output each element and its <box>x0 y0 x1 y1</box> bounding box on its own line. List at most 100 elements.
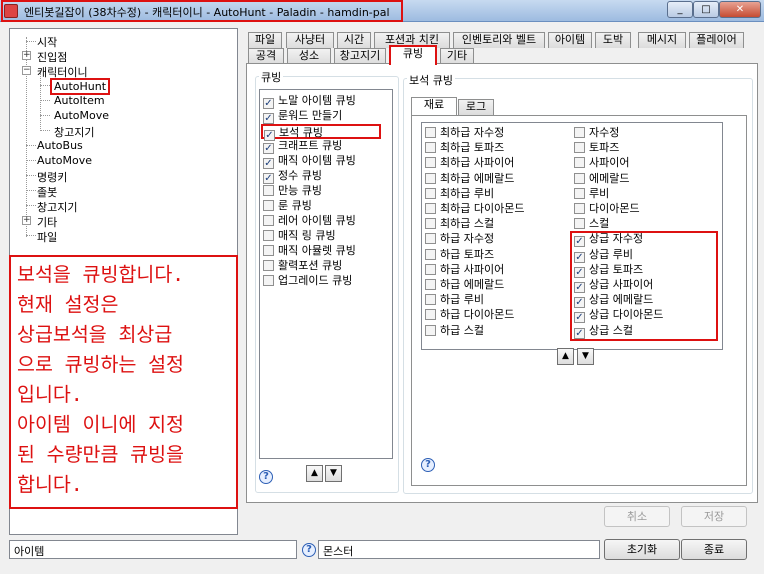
expand-plus-icon[interactable]: + <box>22 51 31 60</box>
gem-item-checkbox-row[interactable]: 하급 사파이어 <box>425 263 504 278</box>
gem-item-checkbox-row[interactable]: 루비 <box>574 187 609 202</box>
gem-item-checkbox-row[interactable]: 최하급 사파이어 <box>425 156 514 171</box>
cubing-item-checkbox-row[interactable]: 레어 아이템 큐빙 <box>263 214 356 229</box>
gem-item-checkbox-row[interactable]: 최하급 스컬 <box>425 217 494 232</box>
checkbox[interactable] <box>425 127 436 138</box>
checkbox[interactable] <box>425 233 436 245</box>
tree-item-hotkeys[interactable]: 명령키 <box>37 169 67 185</box>
cancel-button[interactable]: 취소 <box>604 506 670 527</box>
checkbox[interactable] <box>574 172 585 184</box>
tab-player[interactable]: 플레이어 <box>689 32 744 48</box>
checkbox[interactable] <box>263 200 274 211</box>
gem-item-checkbox-row[interactable]: 하급 에메랄드 <box>425 278 504 293</box>
minimize-button[interactable]: _ <box>667 1 693 18</box>
checkbox[interactable] <box>263 230 274 241</box>
tab-inventory-belt[interactable]: 인벤토리와 벨트 <box>453 32 545 48</box>
gem-item-checkbox-row[interactable]: 토파즈 <box>574 141 619 156</box>
tab-file[interactable]: 파일 <box>248 32 282 48</box>
tree-item-storage[interactable]: 창고지기 <box>54 124 94 140</box>
tree-item-autoitem[interactable]: AutoItem <box>54 94 105 107</box>
checkbox[interactable] <box>574 218 585 230</box>
checkbox[interactable] <box>263 143 274 154</box>
checkbox[interactable] <box>263 185 274 196</box>
tree-item-automove-2[interactable]: AutoMove <box>37 154 92 167</box>
tree-item-file[interactable]: 파일 <box>37 229 57 245</box>
gem-item-checkbox-row[interactable]: 스컬 <box>574 217 609 232</box>
tab-time[interactable]: 시간 <box>337 32 371 48</box>
checkbox[interactable] <box>425 248 436 260</box>
checkbox[interactable] <box>425 203 436 214</box>
tree-item-start[interactable]: 시작 <box>37 34 57 50</box>
cubing-item-checkbox-row[interactable]: 크래프트 큐빙 <box>263 139 342 154</box>
tab-attack[interactable]: 공격 <box>248 48 284 64</box>
checkbox[interactable] <box>574 142 585 154</box>
checkbox[interactable] <box>574 127 585 138</box>
gem-move-down-button[interactable]: ▼ <box>577 348 594 365</box>
gem-item-checkbox-row[interactable]: 하급 루비 <box>425 293 484 308</box>
gem-item-checkbox-row[interactable]: 하급 자수정 <box>425 232 494 247</box>
checkbox[interactable] <box>263 245 274 256</box>
checkbox[interactable] <box>425 172 436 184</box>
cubing-item-checkbox-row[interactable]: 룬 큐빙 <box>263 199 312 214</box>
tree-item-entry[interactable]: 진입점 <box>37 49 67 65</box>
checkbox[interactable] <box>425 218 436 230</box>
move-down-button[interactable]: ▼ <box>325 465 342 482</box>
reset-button[interactable]: 초기화 <box>604 539 680 560</box>
gem-item-checkbox-row[interactable]: 에메랄드 <box>574 172 629 187</box>
tab-hunting-ground[interactable]: 사냥터 <box>286 32 334 48</box>
gem-help-icon[interactable]: ? <box>421 458 435 472</box>
close-button[interactable]: ✕ <box>719 1 761 18</box>
cubing-item-checkbox-row[interactable]: 만능 큐빙 <box>263 184 322 199</box>
tab-message[interactable]: 메시지 <box>638 32 686 48</box>
tab-shrine[interactable]: 성소 <box>287 48 331 64</box>
checkbox[interactable] <box>263 275 274 286</box>
tab-item[interactable]: 아이템 <box>548 32 592 48</box>
checkbox[interactable] <box>574 187 585 199</box>
checkbox[interactable] <box>263 215 274 226</box>
tree-item-autohunt[interactable]: AutoHunt <box>50 78 111 95</box>
gem-move-up-button[interactable]: ▲ <box>557 348 574 365</box>
cubing-item-checkbox-row[interactable]: 활력포션 큐빙 <box>263 259 342 274</box>
help-icon[interactable]: ? <box>259 470 273 484</box>
gem-item-checkbox-row[interactable]: 하급 토파즈 <box>425 248 494 263</box>
gem-item-checkbox-row[interactable]: 최하급 자수정 <box>425 126 504 141</box>
tree-item-storage-2[interactable]: 창고지기 <box>37 199 77 215</box>
checkbox[interactable] <box>425 263 436 275</box>
cubing-list[interactable]: 노말 아이템 큐빙룬워드 만들기보석 큐빙크래프트 큐빙매직 아이템 큐빙정수 … <box>259 89 393 459</box>
subtab-materials[interactable]: 재료 <box>411 97 457 116</box>
gem-item-checkbox-row[interactable]: 사파이어 <box>574 156 629 171</box>
tab-storage[interactable]: 창고지기 <box>334 48 386 64</box>
checkbox[interactable] <box>574 203 585 214</box>
gem-item-checkbox-row[interactable]: 하급 스컬 <box>425 324 484 339</box>
subtab-log[interactable]: 로그 <box>458 99 494 115</box>
tree-item-etc[interactable]: 기타 <box>37 214 57 230</box>
checkbox[interactable] <box>425 142 436 154</box>
gem-item-checkbox-row[interactable]: 다이아몬드 <box>574 202 640 217</box>
exit-button[interactable]: 종료 <box>681 539 747 560</box>
checkbox[interactable] <box>263 113 274 124</box>
cubing-item-checkbox-row[interactable]: 매직 아뮬렛 큐빙 <box>263 244 356 259</box>
checkbox[interactable] <box>425 294 436 306</box>
tab-etc[interactable]: 기타 <box>440 48 474 64</box>
gem-item-checkbox-row[interactable]: 최하급 루비 <box>425 187 494 202</box>
tree-item-autobus[interactable]: AutoBus <box>37 139 83 152</box>
checkbox[interactable] <box>425 309 436 321</box>
checkbox[interactable] <box>263 173 274 184</box>
gem-item-checkbox-row[interactable]: 자수정 <box>574 126 619 141</box>
gem-list[interactable]: 최하급 자수정 최하급 토파즈 최하급 사파이어 최하급 에메랄드 최하급 루비최하급 … <box>421 122 723 350</box>
checkbox[interactable] <box>263 158 274 169</box>
gem-item-checkbox-row[interactable]: 최하급 에메랄드 <box>425 172 514 187</box>
tab-cubing[interactable]: 큐빙 <box>389 45 437 65</box>
save-button[interactable]: 저장 <box>681 506 747 527</box>
collapse-minus-icon[interactable]: − <box>22 66 31 75</box>
tree-item-follow-bot[interactable]: 졸봇 <box>37 184 57 200</box>
checkbox[interactable] <box>425 157 436 169</box>
gem-item-checkbox-row[interactable]: 최하급 토파즈 <box>425 141 504 156</box>
tab-gamble[interactable]: 도박 <box>595 32 631 48</box>
cubing-item-checkbox-row[interactable]: 정수 큐빙 <box>263 169 322 184</box>
checkbox[interactable] <box>425 187 436 199</box>
gem-item-checkbox-row[interactable]: 하급 다이아몬드 <box>425 308 514 323</box>
cubing-item-checkbox-row[interactable]: 업그레이드 큐빙 <box>263 274 352 289</box>
cubing-item-checkbox-row[interactable]: 매직 링 큐빙 <box>263 229 336 244</box>
maximize-button[interactable]: □ <box>693 1 719 18</box>
